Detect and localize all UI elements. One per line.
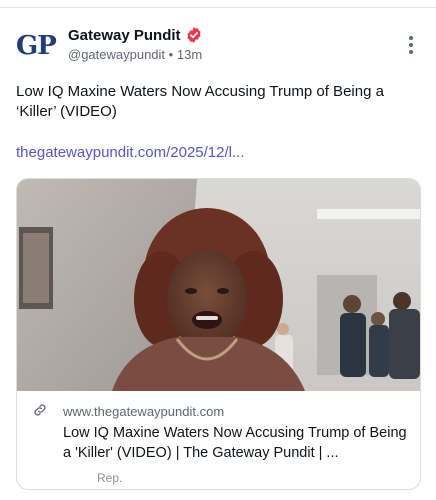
meta-separator: • (168, 47, 174, 62)
video-thumbnail[interactable] (17, 179, 420, 391)
link-preview-card[interactable]: www.thegatewaypundit.com Low IQ Maxine W… (16, 178, 421, 490)
top-divider (0, 7, 436, 8)
card-footer-note: Rep. (97, 471, 123, 485)
author-handle[interactable]: @gatewaypundit (68, 47, 165, 62)
more-vertical-icon[interactable] (408, 36, 414, 56)
post-link[interactable]: thegatewaypundit.com/2025/12/l... (16, 144, 245, 161)
post-meta: @gatewaypundit • 13m (68, 47, 203, 62)
post-header: Gateway Pundit @gatewaypundit • 13m (68, 26, 203, 63)
link-icon (34, 404, 46, 416)
author-row: Gateway Pundit (68, 26, 203, 44)
post-timestamp[interactable]: 13m (177, 47, 202, 62)
post-text: Low IQ Maxine Waters Now Accusing Trump … (16, 83, 384, 120)
card-domain: www.thegatewaypundit.com (63, 404, 225, 419)
verified-badge-icon (186, 27, 201, 43)
avatar[interactable]: GP (16, 30, 57, 62)
author-name[interactable]: Gateway Pundit (68, 27, 181, 44)
card-footer: www.thegatewaypundit.com Low IQ Maxine W… (17, 393, 420, 489)
card-title[interactable]: Low IQ Maxine Waters Now Accusing Trump … (63, 423, 408, 463)
